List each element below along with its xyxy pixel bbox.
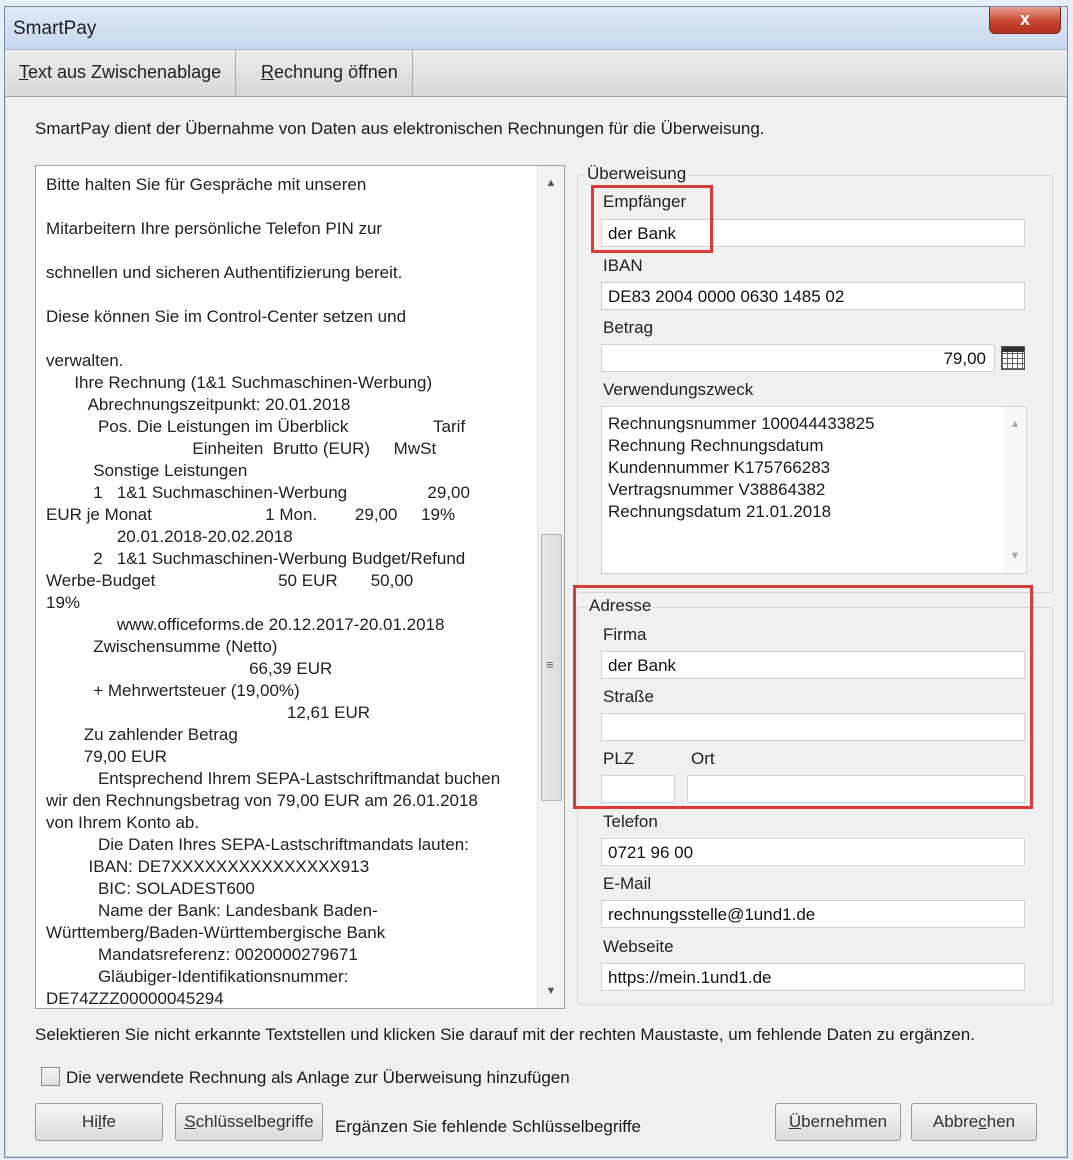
address-highlight: [573, 585, 1033, 809]
iban-field[interactable]: DE83 2004 0000 0630 1485 02: [601, 282, 1025, 310]
phone-label: Telefon: [603, 812, 658, 831]
amount-field[interactable]: 79,00: [601, 344, 995, 372]
smartpay-window: SmartPay x Text aus Zwischenablage Rechn…: [4, 6, 1068, 1158]
cancel-button[interactable]: Abbrechen: [911, 1103, 1037, 1141]
purpose-scrollbar[interactable]: ▲ ▼: [1004, 407, 1026, 573]
grip-icon: ≡: [546, 657, 554, 672]
purpose-field[interactable]: Rechnungsnummer 100044433825 Rechnung Re…: [601, 406, 1027, 574]
scroll-thumb[interactable]: ≡: [541, 534, 562, 801]
email-field[interactable]: rechnungsstelle@1und1.de: [601, 900, 1025, 928]
iban-label: IBAN: [603, 256, 643, 275]
website-label: Webseite: [603, 937, 674, 956]
scroll-up-arrow-icon[interactable]: ▲: [1004, 411, 1026, 437]
intro-text: SmartPay dient der Übernahme von Daten a…: [35, 119, 765, 138]
keywords-button[interactable]: Schlüsselbegriffe: [175, 1103, 323, 1141]
close-icon: x: [1019, 9, 1030, 29]
open-invoice-button[interactable]: Rechnung öffnen: [247, 50, 413, 96]
close-button[interactable]: x: [989, 7, 1061, 34]
email-label: E-Mail: [603, 874, 652, 893]
title-bar[interactable]: SmartPay x: [5, 7, 1067, 50]
scroll-up-arrow-icon[interactable]: ▲: [538, 170, 564, 196]
text-from-clipboard-button[interactable]: Text aus Zwischenablage: [5, 50, 237, 96]
attach-invoice-option[interactable]: Die verwendete Rechnung als Anlage zur Ü…: [41, 1067, 570, 1088]
purpose-text[interactable]: Rechnungsnummer 100044433825 Rechnung Re…: [608, 413, 875, 523]
recipient-highlight: [591, 185, 713, 253]
keywords-hint: Ergänzen Sie fehlende Schlüsselbegriffe: [335, 1117, 641, 1136]
attach-invoice-label: Die verwendete Rechnung als Anlage zur Ü…: [66, 1068, 570, 1087]
invoice-text[interactable]: Bitte halten Sie für Gespräche mit unser…: [46, 174, 534, 1010]
phone-field[interactable]: 0721 96 00: [601, 838, 1025, 866]
website-field[interactable]: https://mein.1und1.de: [601, 963, 1025, 991]
apply-button[interactable]: Übernehmen: [775, 1103, 901, 1141]
attach-invoice-checkbox[interactable]: [41, 1067, 60, 1086]
amount-label: Betrag: [603, 318, 654, 337]
window-title: SmartPay: [13, 18, 97, 39]
transfer-group-label: Überweisung: [585, 164, 689, 184]
toolbar: Text aus Zwischenablage Rechnung öffnen: [5, 50, 1067, 97]
scroll-down-arrow-icon[interactable]: ▼: [538, 978, 564, 1004]
hint-text: Selektieren Sie nicht erkannte Textstell…: [35, 1025, 975, 1044]
invoice-scrollbar[interactable]: ▲ ≡ ▼: [537, 166, 564, 1008]
calendar-icon[interactable]: [1001, 346, 1025, 370]
purpose-label: Verwendungszweck: [603, 380, 754, 399]
help-button[interactable]: Hilfe: [35, 1103, 163, 1141]
invoice-text-area[interactable]: Bitte halten Sie für Gespräche mit unser…: [35, 165, 565, 1009]
scroll-down-arrow-icon[interactable]: ▼: [1004, 543, 1026, 569]
